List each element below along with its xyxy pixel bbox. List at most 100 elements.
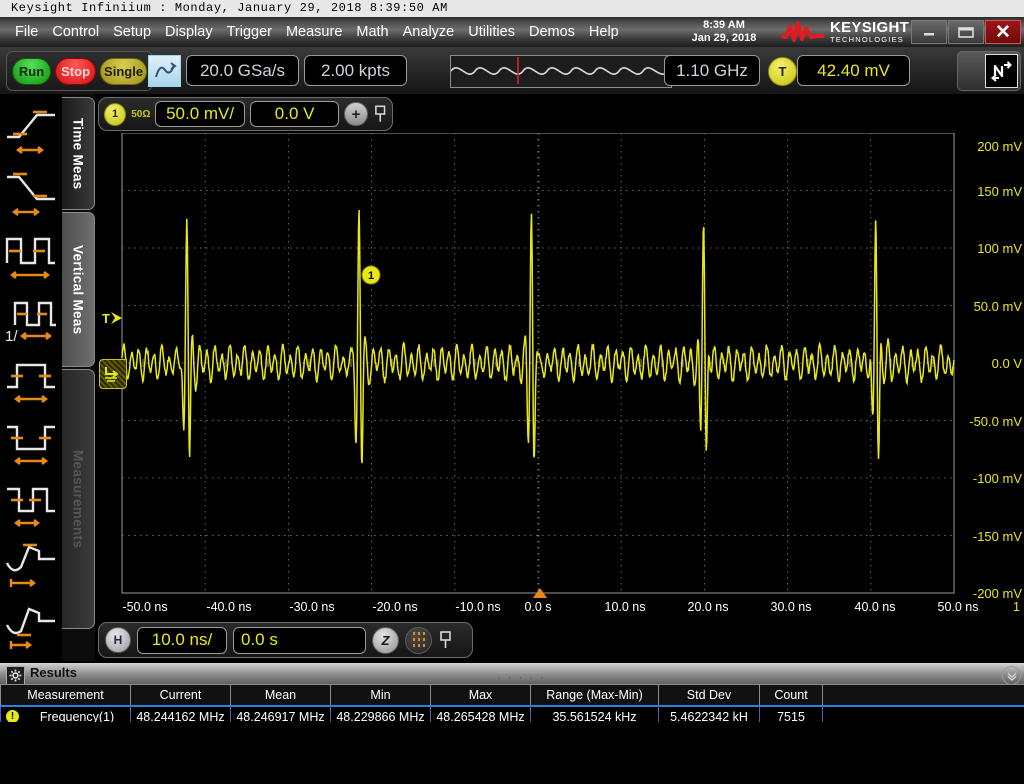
fall-time-icon [3,165,59,221]
pin-icon[interactable] [438,630,453,650]
zoom-button[interactable]: Z [372,627,399,654]
y-tick-0: 200 mV [977,139,1022,154]
autoscale-button[interactable] [148,55,181,87]
measurement-icon-frequency[interactable]: 1/ [1,286,61,348]
trigger-level-display[interactable]: 42.40 mV [797,55,910,86]
tab-vertical-meas[interactable]: Vertical Meas [62,212,95,367]
results-col-min[interactable]: Min [331,685,431,707]
results-settings-button[interactable] [6,666,25,685]
single-button[interactable]: Single [100,58,147,85]
add-channel-button[interactable]: + [344,102,367,126]
channel-1-volts-per-div[interactable]: 50.0 mV/ [155,101,245,127]
segment-dots-icon [418,632,420,648]
y-tick-2: 100 mV [977,241,1022,256]
results-col-mean[interactable]: Mean [231,685,331,707]
menu-item-control[interactable]: Control [45,17,106,47]
horizontal-position-display[interactable]: 0.0 s [233,627,366,654]
rise-time-icon [3,103,59,159]
y-tick-8: -200 mV [973,586,1022,601]
menu-item-file[interactable]: File [8,17,45,47]
results-col-current[interactable]: Current [131,685,231,707]
maximize-button[interactable] [948,20,984,44]
menu-items: File Control Setup Display Trigger Measu… [8,17,626,47]
minimize-button[interactable] [911,20,947,44]
system-clock: 8:39 AM Jan 29, 2018 [676,18,772,46]
trigger-level-marker[interactable]: T [102,310,124,329]
menu-item-math[interactable]: Math [349,17,395,47]
x-tick-5: 0.0 s [524,600,551,614]
tab-measurements[interactable]: Measurements [62,369,95,629]
channel-1-impedance[interactable]: 50Ω [131,109,150,120]
bottom-filler [0,722,1024,784]
menu-item-demos[interactable]: Demos [522,17,582,47]
brand-name: KEYSIGHT [830,20,909,35]
menu-item-trigger[interactable]: Trigger [220,17,279,47]
waveform-canvas[interactable]: 1 [98,133,1024,620]
run-button[interactable]: Run [12,58,51,85]
x-tick-0: -50.0 ns [122,600,167,614]
measurement-icon-rise-time[interactable] [1,100,61,162]
window-title-bar: Keysight Infiniium : Monday, January 29,… [0,0,1024,17]
horizontal-badge[interactable]: H [105,627,131,653]
negative-width-icon [3,413,59,469]
menu-item-display[interactable]: Display [158,17,220,47]
menu-item-analyze[interactable]: Analyze [396,17,462,47]
menu-item-utilities[interactable]: Utilities [461,17,522,47]
delay-rising-icon [3,537,59,593]
results-col-measurement[interactable]: Measurement [1,685,131,707]
results-col-range[interactable]: Range (Max-Min) [531,685,659,707]
maximize-icon [957,25,975,39]
measurement-icon-delay-rising[interactable] [1,534,61,596]
results-col-max[interactable]: Max [431,685,531,707]
x-tick-2: -30.0 ns [289,600,334,614]
navigate-waveform-button[interactable] [985,54,1018,88]
measurement-icon-fall-time[interactable] [1,162,61,224]
segmented-memory-button[interactable] [405,627,432,654]
results-collapse-button[interactable] [1002,666,1021,685]
menu-item-measure[interactable]: Measure [279,17,349,47]
pin-icon[interactable] [373,104,387,124]
sample-rate-display[interactable]: 20.0 GSa/s [186,55,299,86]
menu-bar: File Control Setup Display Trigger Measu… [0,17,1024,48]
waveform-overview-panel[interactable] [450,55,672,88]
menu-item-setup[interactable]: Setup [106,17,158,47]
x-tick-9: 40.0 ns [854,600,895,614]
close-button[interactable]: ✕ [985,20,1021,44]
results-col-count[interactable]: Count [760,685,823,707]
waveform-display[interactable]: 1 200 mV 150 mV 100 mV 50.0 mV 0.0 V -50… [98,133,1024,620]
time-per-div-display[interactable]: 10.0 ns/ [137,627,227,654]
memory-depth-display[interactable]: 2.00 kpts [304,55,407,86]
channel-1-ground-marker[interactable] [99,359,127,389]
measurement-icon-delay-falling[interactable] [1,596,61,658]
brand-subtitle: TECHNOLOGIES [830,36,909,44]
results-drag-handle[interactable]: · · · · · [497,672,546,684]
y-tick-5: -50.0 mV [969,414,1022,429]
measurement-icon-period[interactable] [1,224,61,286]
gear-icon [9,669,22,682]
tab-measurements-label: Measurements [71,450,86,548]
clock-date: Jan 29, 2018 [676,32,772,45]
results-panel-header: Results · · · · · [0,662,1024,685]
trigger-badge[interactable]: T [768,57,797,86]
keysight-wave-icon [780,20,826,44]
measurement-icon-positive-width[interactable] [1,348,61,410]
trigger-position-marker[interactable] [533,588,547,598]
y-tick-7: -150 mV [973,529,1022,544]
y-tick-6: -100 mV [973,471,1022,486]
close-icon: ✕ [995,23,1011,42]
tab-time-meas[interactable]: Time Meas [62,97,95,210]
y-tick-4: 0.0 V [992,356,1022,371]
channel-1-badge[interactable]: 1 [104,103,126,126]
results-header-row: Measurement Current Mean Min Max Range (… [1,685,1024,707]
results-col-blank [823,685,1024,707]
bandwidth-display[interactable]: 1.10 GHz [664,55,760,86]
results-col-std-dev[interactable]: Std Dev [659,685,760,707]
menu-item-help[interactable]: Help [582,17,626,47]
stop-button[interactable]: Stop [55,58,96,85]
navigate-group [957,51,1021,91]
tab-time-meas-label: Time Meas [71,118,86,190]
channel-1-offset[interactable]: 0.0 V [250,101,340,127]
measurement-icon-duty-cycle[interactable] [1,472,61,534]
measurement-icon-negative-width[interactable] [1,410,61,472]
x-tick-10: 50.0 ns [937,600,978,614]
